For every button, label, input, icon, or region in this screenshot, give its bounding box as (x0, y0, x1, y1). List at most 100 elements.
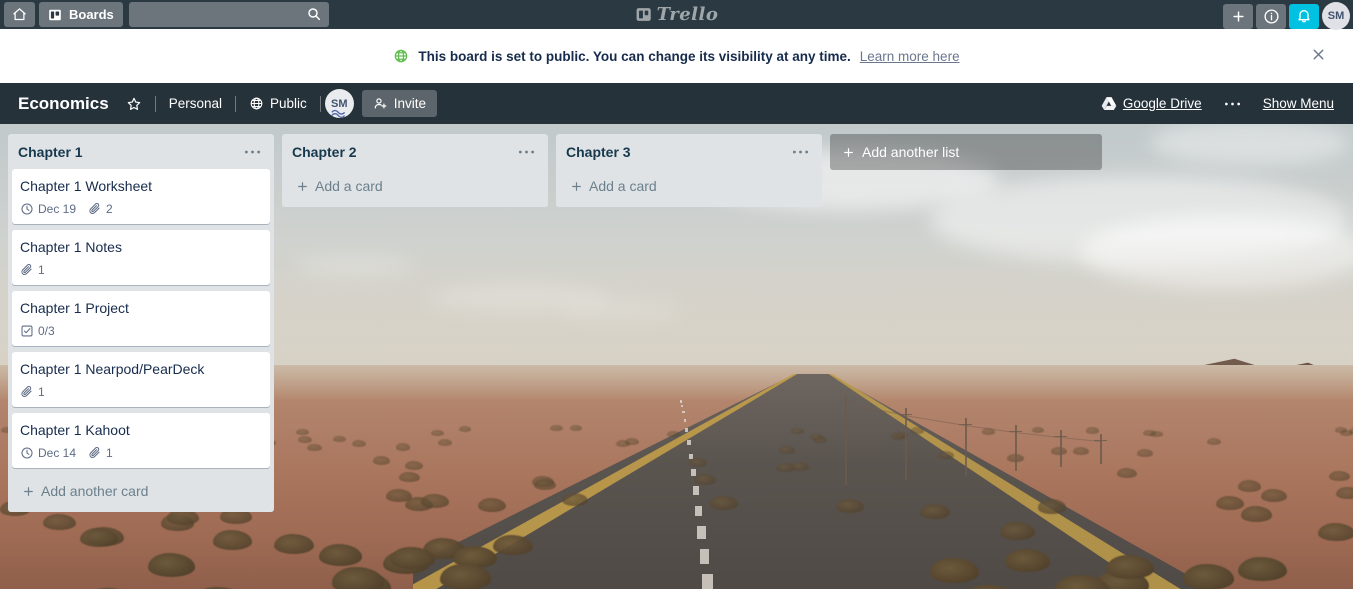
card-badge: 0/3 (20, 324, 62, 338)
card-badge-label: Dec 19 (38, 202, 77, 216)
show-menu-button[interactable]: Show Menu (1254, 92, 1343, 115)
invite-button[interactable]: Invite (361, 90, 438, 117)
card[interactable]: Chapter 1 Notes 1 (12, 230, 270, 285)
card-badge-label: 1 (38, 385, 45, 399)
card-badge: 1 (88, 446, 120, 460)
card-badge-label: 1 (38, 263, 45, 277)
list-title[interactable]: Chapter 1 (18, 144, 83, 160)
star-board-button[interactable] (117, 92, 151, 116)
card-badges: 0/3 (20, 324, 262, 338)
attachment-icon (20, 385, 34, 399)
clock-icon (20, 446, 34, 460)
board-member-avatar[interactable]: SM (324, 89, 354, 121)
card-badges: 1 (20, 385, 262, 399)
card[interactable]: Chapter 1 Nearpod/PearDeck 1 (12, 352, 270, 407)
notifications-button[interactable] (1289, 3, 1319, 29)
boards-label: Boards (69, 7, 114, 22)
search-input[interactable] (128, 7, 329, 22)
ellipsis-icon (1224, 101, 1241, 107)
google-drive-icon (1101, 96, 1117, 111)
info-icon (1263, 8, 1280, 25)
list-title[interactable]: Chapter 2 (292, 144, 357, 160)
avatar-initials: SM (1327, 10, 1345, 22)
attachment-icon (20, 263, 34, 277)
banner-message: This board is set to public. You can cha… (418, 48, 851, 64)
card-badge-label: 0/3 (38, 324, 55, 338)
info-button[interactable] (1256, 3, 1286, 29)
divider (319, 95, 321, 112)
top-navigation-bar: Boards Trello SM (0, 0, 1353, 30)
card-badge: Dec 19 (20, 202, 83, 216)
card-badges: Dec 19 2 (20, 202, 262, 216)
add-card-label: Add a card (315, 178, 383, 194)
card[interactable]: Chapter 1 Worksheet Dec 19 2 (12, 169, 270, 224)
list: Chapter 2 Add a card (282, 134, 548, 207)
card[interactable]: Chapter 1 Project 0/3 (12, 291, 270, 346)
list-title[interactable]: Chapter 3 (566, 144, 631, 160)
home-button[interactable] (4, 2, 35, 27)
list-header: Chapter 1 (8, 134, 274, 169)
wave-badge-icon (331, 109, 347, 121)
plus-icon (842, 146, 855, 159)
clock-icon (20, 202, 34, 216)
card-badge: 2 (88, 202, 120, 216)
list: Chapter 3 Add a card (556, 134, 822, 207)
add-button[interactable] (1223, 3, 1253, 29)
ellipsis-icon[interactable] (514, 147, 539, 157)
add-card-button[interactable]: Add a card (286, 169, 544, 203)
add-card-label: Add a card (589, 178, 657, 194)
card-badges: 1 (20, 263, 262, 277)
card-list: Chapter 1 Worksheet Dec 19 2 Chapter 1 Note… (8, 169, 274, 468)
banner-close-button[interactable] (1310, 46, 1327, 67)
board-icon (48, 8, 62, 22)
list: Chapter 1 Chapter 1 Worksheet Dec 19 2 Chapt… (8, 134, 274, 512)
board-canvas: Chapter 1 Chapter 1 Worksheet Dec 19 2 Chapt… (0, 124, 1353, 589)
banner-learn-more-link[interactable]: Learn more here (860, 49, 960, 64)
globe-icon (393, 48, 409, 64)
card-title: Chapter 1 Worksheet (20, 178, 153, 194)
ellipsis-icon[interactable] (240, 147, 265, 157)
visibility-label: Public (270, 96, 307, 111)
member-initials: SM (331, 97, 348, 110)
trello-logo[interactable]: Trello (635, 4, 719, 25)
show-menu-label: Show Menu (1262, 96, 1334, 111)
divider (235, 95, 236, 112)
card-badge-label: 1 (106, 446, 113, 460)
board-more-button[interactable] (1215, 97, 1250, 111)
visibility-button[interactable]: Public (240, 92, 316, 115)
board-title[interactable]: Economics (10, 94, 117, 114)
trello-logo-text: Trello (656, 4, 719, 25)
card-title: Chapter 1 Project (20, 300, 129, 316)
google-drive-label: Google Drive (1122, 96, 1202, 111)
add-card-button[interactable]: Add another card (12, 474, 270, 508)
attachment-icon (88, 446, 102, 460)
boards-button[interactable]: Boards (39, 2, 123, 27)
card-badge: Dec 14 (20, 446, 83, 460)
list-header: Chapter 3 (556, 134, 822, 169)
plus-icon (570, 180, 583, 193)
card-badges: Dec 14 1 (20, 446, 262, 460)
card[interactable]: Chapter 1 Kahoot Dec 14 1 (12, 413, 270, 468)
bell-icon (1296, 8, 1312, 24)
add-card-button[interactable]: Add a card (560, 169, 818, 203)
globe-icon (249, 96, 264, 111)
list-header: Chapter 2 (282, 134, 548, 169)
search-box[interactable] (128, 2, 329, 27)
ellipsis-icon[interactable] (788, 147, 813, 157)
add-list-button[interactable]: Add another list (830, 134, 1102, 170)
invite-label: Invite (393, 96, 427, 111)
star-icon (126, 96, 142, 112)
divider (154, 95, 156, 112)
attachment-icon (88, 202, 102, 216)
card-title: Chapter 1 Kahoot (20, 422, 130, 438)
add-card-label: Add another card (41, 483, 149, 499)
user-avatar[interactable]: SM (1322, 2, 1350, 30)
search-icon[interactable] (306, 6, 322, 22)
home-icon (12, 7, 27, 22)
card-badge: 1 (20, 263, 52, 277)
card-title: Chapter 1 Nearpod/PearDeck (20, 361, 205, 377)
google-drive-button[interactable]: Google Drive (1092, 92, 1211, 115)
team-button[interactable]: Personal (160, 92, 231, 115)
plus-icon (22, 485, 35, 498)
board-header: Economics Personal Public SM Invite Goog… (0, 83, 1353, 124)
